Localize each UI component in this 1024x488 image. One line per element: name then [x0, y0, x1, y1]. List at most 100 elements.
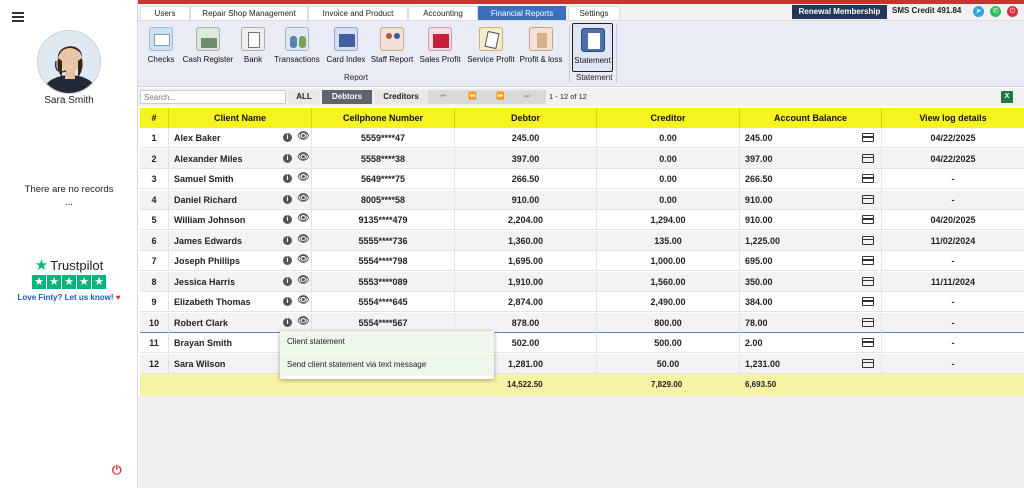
- prev-page-icon[interactable]: ⏪: [468, 90, 477, 104]
- eye-icon[interactable]: 👁: [297, 275, 310, 286]
- table-row[interactable]: 9 Elizabeth Thomas i 👁 5554****645 2,874.00 2,…: [140, 292, 1024, 312]
- cell-view-log[interactable]: -: [882, 292, 1024, 312]
- table-row[interactable]: 5 William Johnson i 👁 9135****479 2,204.00 1,2…: [140, 210, 1024, 230]
- ribbon-checks-button[interactable]: Checks: [146, 27, 176, 73]
- table-row[interactable]: 4 Daniel Richard i 👁 8005****58 910.00 0.00 910…: [140, 189, 1024, 210]
- info-icon[interactable]: i: [283, 174, 292, 183]
- info-icon[interactable]: i: [283, 235, 292, 245]
- ribbon-cash-register-button[interactable]: Cash Register: [180, 27, 236, 73]
- cell-number: 8: [140, 271, 169, 292]
- excel-icon[interactable]: X: [1001, 91, 1013, 103]
- info-icon[interactable]: i: [283, 194, 292, 204]
- credit-card-icon[interactable]: [862, 256, 874, 265]
- eye-icon[interactable]: 👁: [297, 152, 310, 163]
- column-header-creditor[interactable]: Creditor: [597, 108, 740, 128]
- table-row[interactable]: 2 Alexander Miles i 👁 5558****38 397.00 0.00 39…: [140, 148, 1024, 169]
- table-row[interactable]: 11Brayan Smithi👁502.00500.002.00-: [140, 333, 1024, 353]
- credit-card-icon[interactable]: [862, 297, 874, 306]
- cell-number: 9: [140, 292, 169, 312]
- credit-card-icon[interactable]: [862, 174, 874, 183]
- cell-view-log[interactable]: -: [882, 354, 1024, 374]
- filter-debtors-button[interactable]: Debtors: [322, 90, 372, 104]
- first-page-icon[interactable]: ⏮: [440, 90, 446, 104]
- totals-row: 14,522.50 7,829.00 6,693.50: [140, 374, 1024, 396]
- cell-view-log[interactable]: -: [882, 190, 1024, 210]
- column-header-debtor[interactable]: Debtor: [455, 108, 597, 128]
- eye-icon[interactable]: 👁: [297, 132, 310, 142]
- telegram-icon[interactable]: ➤: [973, 6, 984, 17]
- credit-card-icon[interactable]: [862, 235, 874, 245]
- hamburger-menu-icon[interactable]: [12, 12, 24, 22]
- cell-view-log[interactable]: 04/22/2025: [882, 128, 1024, 148]
- eye-icon[interactable]: 👁: [297, 296, 310, 306]
- info-icon[interactable]: i: [283, 297, 292, 306]
- tab-invoice-product[interactable]: Invoice and Product: [308, 6, 408, 20]
- table-row[interactable]: 8 Jessica Harris i 👁 5553****089 1,910.00 1,56…: [140, 271, 1024, 292]
- next-page-icon[interactable]: ⏩: [496, 90, 505, 104]
- info-icon[interactable]: i: [283, 317, 292, 327]
- menu-item-send-statement-sms[interactable]: Send client statement via text message: [280, 354, 494, 376]
- table-row[interactable]: 6 James Edwards i 👁 5555****736 1,360.00 135.0…: [140, 230, 1024, 251]
- credit-card-icon[interactable]: [862, 153, 874, 163]
- ribbon-card-index-button[interactable]: Card Index: [325, 27, 367, 73]
- eye-icon[interactable]: 👁: [297, 234, 310, 245]
- column-header-cellphone[interactable]: Cellphone Number: [312, 108, 455, 128]
- cell-view-log[interactable]: 11/11/2024: [882, 272, 1024, 292]
- eye-icon[interactable]: 👁: [297, 193, 310, 204]
- credit-card-icon[interactable]: [862, 194, 874, 204]
- table-row[interactable]: 7 Joseph Phillips i 👁 5554****798 1,695.00 1,0…: [140, 251, 1024, 271]
- eye-icon[interactable]: 👁: [297, 316, 310, 327]
- credit-card-icon[interactable]: [862, 317, 874, 327]
- power-icon[interactable]: ⏻: [1007, 6, 1018, 17]
- ribbon-bank-button[interactable]: Bank: [241, 27, 265, 73]
- filter-all-button[interactable]: ALL: [288, 90, 320, 104]
- last-page-icon[interactable]: ⏭: [524, 90, 530, 104]
- ribbon-service-profit-button[interactable]: Service Profit: [465, 27, 517, 73]
- table-row[interactable]: 10 Robert Clark i 👁 5554****567 878.00 800.00 7…: [140, 312, 1024, 333]
- tab-accounting[interactable]: Accounting: [408, 6, 478, 20]
- eye-icon[interactable]: 👁: [297, 173, 310, 183]
- ribbon-transactions-button[interactable]: Transactions: [271, 27, 323, 73]
- tab-users[interactable]: Users: [140, 6, 190, 20]
- trustpilot-widget[interactable]: ★ Trustpilot ★ ★ ★ ★ ★ Love Finty? Let us kn…: [0, 258, 138, 303]
- column-header-client-name[interactable]: Client Name: [169, 108, 312, 128]
- credit-card-icon[interactable]: [862, 358, 874, 368]
- menu-item-client-statement[interactable]: Client statement: [280, 331, 494, 353]
- eye-icon[interactable]: 👁: [297, 214, 310, 224]
- ribbon-staff-report-button[interactable]: Staff Report: [368, 27, 416, 73]
- cell-view-log[interactable]: 11/02/2024: [882, 231, 1024, 251]
- ribbon-statement-button[interactable]: Statement: [572, 23, 613, 72]
- info-icon[interactable]: i: [283, 133, 292, 142]
- eye-icon[interactable]: 👁: [297, 255, 310, 265]
- cell-view-log[interactable]: 04/20/2025: [882, 210, 1024, 230]
- ribbon-divider: [569, 25, 570, 83]
- trustpilot-cta[interactable]: Love Finty? Let us know! ♥: [0, 293, 138, 302]
- table-row[interactable]: 1 Alex Baker i 👁 5559****47 245.00 0.00 245.00 0…: [140, 128, 1024, 148]
- search-input[interactable]: [140, 90, 286, 104]
- table-row[interactable]: 3 Samuel Smith i 👁 5649****75 266.50 0.00 266.5…: [140, 169, 1024, 189]
- table-row[interactable]: 12Sara Wilsoni👁1,281.0050.001,231.00-: [140, 353, 1024, 374]
- ribbon-sales-profit-button[interactable]: Sales Profit: [417, 27, 463, 73]
- info-icon[interactable]: i: [283, 276, 292, 286]
- info-icon[interactable]: i: [283, 153, 292, 163]
- credit-card-icon[interactable]: [862, 133, 874, 142]
- tab-settings[interactable]: Settings: [568, 6, 620, 20]
- cell-view-log[interactable]: -: [882, 169, 1024, 189]
- credit-card-icon[interactable]: [862, 276, 874, 286]
- tab-repair-shop[interactable]: Repair Shop Management: [190, 6, 308, 20]
- credit-card-icon[interactable]: [862, 215, 874, 224]
- column-header-account-balance[interactable]: Account Balance: [740, 108, 882, 128]
- cell-view-log[interactable]: -: [882, 313, 1024, 333]
- info-icon[interactable]: i: [283, 256, 292, 265]
- power-icon[interactable]: ⏻: [112, 463, 122, 478]
- cell-view-log[interactable]: -: [882, 251, 1024, 271]
- renewal-membership-button[interactable]: Renewal Membership: [792, 5, 887, 19]
- credit-card-icon[interactable]: [862, 338, 874, 347]
- ribbon-profit-loss-button[interactable]: Profit & loss: [518, 27, 564, 73]
- filter-creditors-button[interactable]: Creditors: [374, 90, 428, 104]
- cell-view-log[interactable]: 04/22/2025: [882, 149, 1024, 169]
- info-icon[interactable]: i: [283, 215, 292, 224]
- whatsapp-icon[interactable]: ✆: [990, 6, 1001, 17]
- tab-financial-reports[interactable]: Financial Reports: [478, 6, 566, 20]
- cell-view-log[interactable]: -: [882, 333, 1024, 353]
